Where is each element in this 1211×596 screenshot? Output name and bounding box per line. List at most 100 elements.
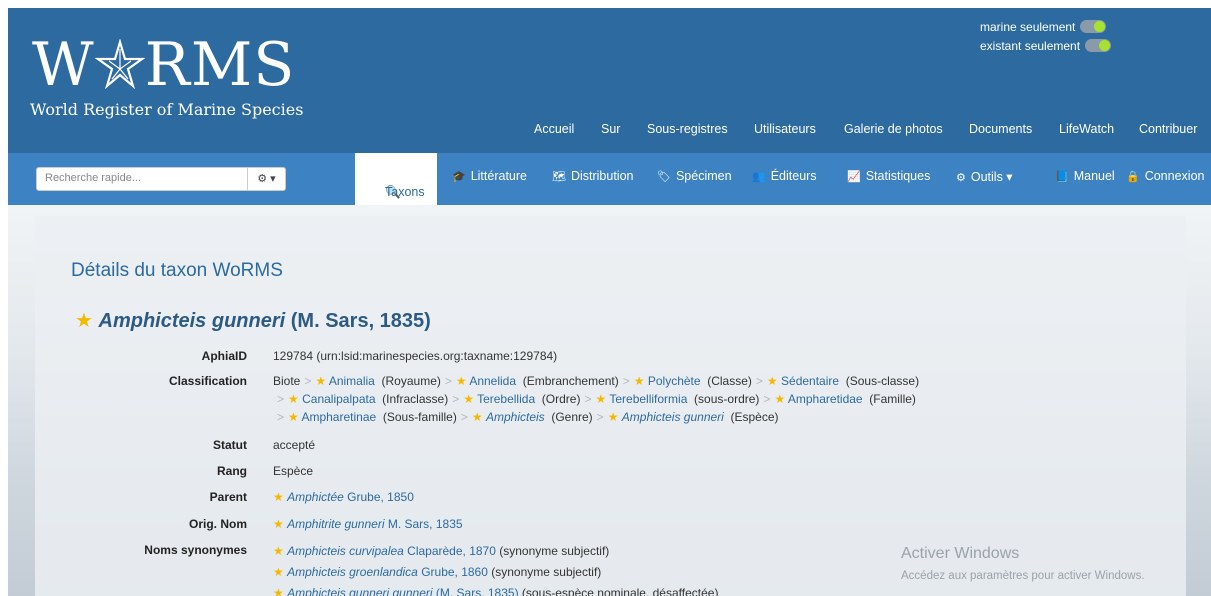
nav-documents[interactable]: Documents <box>969 122 1032 136</box>
classification-rank: (Classe) <box>700 374 752 388</box>
classification-rank: (Embranchement) <box>516 374 619 388</box>
classification-link[interactable]: Ampharetidae <box>788 392 863 406</box>
filter-toggles: marine seulement existant seulement <box>980 17 1112 55</box>
breadcrumb-separator: > <box>452 392 460 406</box>
logo-letters-rms: RMS <box>144 30 296 100</box>
map-icon: 🗺 <box>552 171 566 183</box>
tab-manuel-label: Manuel <box>1073 169 1115 183</box>
star-icon: ★ <box>774 392 788 406</box>
page-title: Détails du taxon WoRMS <box>71 260 283 281</box>
synonym-link[interactable]: Amphicteis curvipalea Claparède, 1870 <box>287 544 496 558</box>
classification-link[interactable]: Terebellida <box>477 392 535 406</box>
value-aphiaid: 129784 (urn:lsid:marinespecies.org:taxna… <box>273 349 558 363</box>
nav-lifewatch[interactable]: LifeWatch <box>1059 122 1114 136</box>
classification-link[interactable]: Terebelliformia <box>609 392 687 406</box>
classification-rank: (Genre) <box>544 410 593 424</box>
tab-litterature[interactable]: 🎓 Littérature <box>452 169 527 183</box>
synonym-author: (M. Sars, 1835) <box>432 586 519 596</box>
line-chart-icon: 📈 <box>847 171 861 183</box>
tab-litterature-label: Littérature <box>470 169 527 183</box>
classification-link[interactable]: Animalia <box>329 374 375 388</box>
classification-rank: (Sous-classe) <box>839 374 920 388</box>
toggle-knob <box>1094 21 1106 32</box>
synonym-link[interactable]: Amphicteis gunneri gunneri (M. Sars, 183… <box>287 586 518 596</box>
parent-link[interactable]: Amphictée Grube, 1850 <box>287 490 414 504</box>
tab-distribution[interactable]: 🗺 Distribution <box>552 169 634 183</box>
star-icon: ★ <box>595 392 610 406</box>
value-statut: accepté <box>273 438 316 452</box>
classification-link[interactable]: Polychète <box>648 374 701 388</box>
classification-link[interactable]: Sédentaire <box>781 374 839 388</box>
classification-rank: (Sous-famille) <box>376 410 457 424</box>
parent-name: Amphictée <box>287 490 344 504</box>
synonym-link[interactable]: Amphicteis groenlandica Grube, 1860 <box>287 565 488 579</box>
logo-letter-w: W <box>32 30 95 100</box>
breadcrumb-separator: > <box>444 374 452 388</box>
tab-outils[interactable]: ⚙ Outils ▾ <box>956 169 1013 184</box>
classification-link[interactable]: Amphicteis <box>486 410 545 424</box>
toggle-switch-extant[interactable] <box>1085 39 1112 52</box>
tab-taxons[interactable]: 🔍 Taxons <box>355 153 437 205</box>
nav-contribuer[interactable]: Contribuer <box>1139 122 1197 136</box>
toggle-switch-marine[interactable] <box>1080 20 1107 33</box>
book-icon: 📘 <box>1055 171 1069 183</box>
classification-link[interactable]: Amphicteis gunneri <box>622 410 724 424</box>
orig-name-link[interactable]: Amphitrite gunneri M. Sars, 1835 <box>287 517 462 531</box>
label-aphiaid: AphiaID <box>201 349 247 363</box>
orig-author: M. Sars, 1835 <box>384 517 463 531</box>
tab-manuel[interactable]: 📘 Manuel <box>1055 169 1115 183</box>
classification-link[interactable]: Canalipalpata <box>302 392 375 406</box>
label-classification: Classification <box>168 374 247 388</box>
tab-editeurs-label: Éditeurs <box>770 169 817 183</box>
windows-activation-title: Activer Windows <box>901 545 1020 562</box>
star-icon: ★ <box>273 517 284 531</box>
lock-icon: 🔒 <box>1126 171 1140 183</box>
synonym-author: Claparède, 1870 <box>403 544 496 558</box>
breadcrumb-separator: > <box>755 374 763 388</box>
nav-utilisateurs[interactable]: Utilisateurs <box>754 122 816 136</box>
search-options-gear-icon[interactable]: ⚙ ▾ <box>247 167 286 191</box>
nav-sous-registres[interactable]: Sous-registres <box>647 122 728 136</box>
star-icon: ★ <box>315 374 329 388</box>
toggle-extant-label: existant seulement <box>980 38 1081 53</box>
taxon-heading: ★ Amphicteis gunneri (M. Sars, 1835) <box>75 308 431 333</box>
cogs-icon: ⚙ <box>956 172 966 184</box>
classification-link[interactable]: Ampharetinae <box>301 410 376 424</box>
classification-line-3: > ★ Ampharetinae (Sous-famille) > ★ Amphict… <box>273 408 779 426</box>
breadcrumb-separator: > <box>304 374 312 388</box>
star-icon: ★ <box>766 374 782 388</box>
star-icon: ★ <box>633 374 648 388</box>
classification-rank: (Espèce) <box>723 410 779 424</box>
quick-search-input[interactable]: Recherche rapide... <box>36 167 248 191</box>
classification-rank: (Famille) <box>862 392 916 406</box>
parent-author: Grube, 1850 <box>343 490 414 504</box>
content-area: Détails du taxon WoRMS ★ Amphicteis gunn… <box>8 205 1211 596</box>
star-icon: ★ <box>288 410 302 424</box>
synonym-item: ★ Amphicteis groenlandica Grube, 1860 (s… <box>273 563 601 581</box>
nav-accueil[interactable]: Accueil <box>534 122 574 136</box>
tab-statistiques[interactable]: 📈 Statistiques <box>847 169 930 183</box>
tab-editeurs[interactable]: 👥 Éditeurs <box>752 169 817 183</box>
synonym-note: (sous-espèce nominale, désaffectée) <box>518 586 719 596</box>
classification-link[interactable]: Annelida <box>469 374 516 388</box>
tab-specimen[interactable]: 🏷 Spécimen <box>657 169 732 183</box>
logo-subtitle: World Register of Marine Species <box>30 100 304 119</box>
star-icon: ★ <box>455 374 470 388</box>
worms-logo[interactable]: W RMS World Register of Marine Species <box>26 30 306 125</box>
breadcrumb-separator: > <box>622 374 630 388</box>
star-icon: ★ <box>75 310 93 332</box>
toggle-extant-only[interactable]: existant seulement <box>980 36 1112 55</box>
star-icon: ★ <box>273 586 284 596</box>
toggle-marine-only[interactable]: marine seulement <box>980 17 1111 36</box>
star-icon: ★ <box>607 410 622 424</box>
tab-connexion[interactable]: 🔒 Connexion <box>1126 169 1204 183</box>
taxon-name: Amphicteis gunneri <box>98 310 286 332</box>
star-icon: ★ <box>273 565 284 579</box>
windows-activation-subtitle: Accédez aux paramètres pour activer Wind… <box>901 570 1145 582</box>
star-icon: ★ <box>273 490 284 504</box>
tab-outils-label: Outils ▾ <box>970 170 1013 184</box>
main-navbar: Recherche rapide... ⚙ ▾ 🔍 Taxons 🎓 Littéra… <box>8 153 1211 205</box>
nav-sur[interactable]: Sur <box>601 122 620 136</box>
nav-galerie-photos[interactable]: Galerie de photos <box>844 122 943 136</box>
users-icon: 👥 <box>752 171 766 183</box>
